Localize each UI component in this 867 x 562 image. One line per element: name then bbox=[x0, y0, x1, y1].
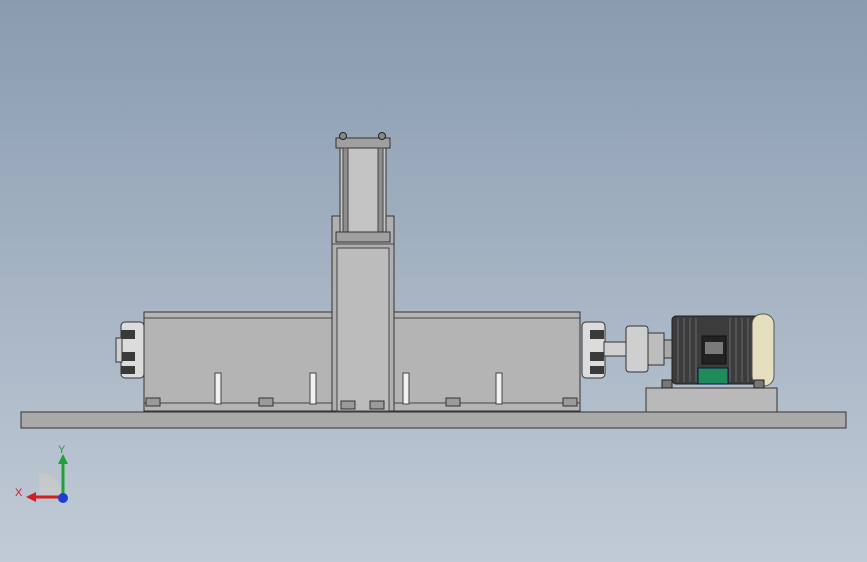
y-axis-label: Y bbox=[58, 444, 66, 456]
right-bearing[interactable] bbox=[581, 321, 606, 379]
actuator-cylinder[interactable] bbox=[335, 132, 391, 243]
right-housing[interactable] bbox=[393, 311, 581, 412]
triad-plane-indicator bbox=[39, 473, 63, 497]
orientation-triad: Y X bbox=[15, 444, 68, 503]
x-axis-label: X bbox=[15, 487, 23, 499]
left-bearing[interactable] bbox=[115, 321, 145, 379]
graphics-viewport[interactable]: Y X bbox=[0, 0, 867, 562]
shaft-coupling[interactable] bbox=[603, 325, 675, 373]
electric-motor[interactable] bbox=[645, 313, 778, 413]
center-column[interactable] bbox=[331, 215, 395, 412]
base-plate[interactable] bbox=[20, 411, 847, 429]
left-housing[interactable] bbox=[143, 311, 333, 412]
x-axis-arrowhead bbox=[26, 492, 36, 502]
cad-model[interactable] bbox=[0, 0, 867, 562]
z-axis-dot bbox=[58, 493, 68, 503]
